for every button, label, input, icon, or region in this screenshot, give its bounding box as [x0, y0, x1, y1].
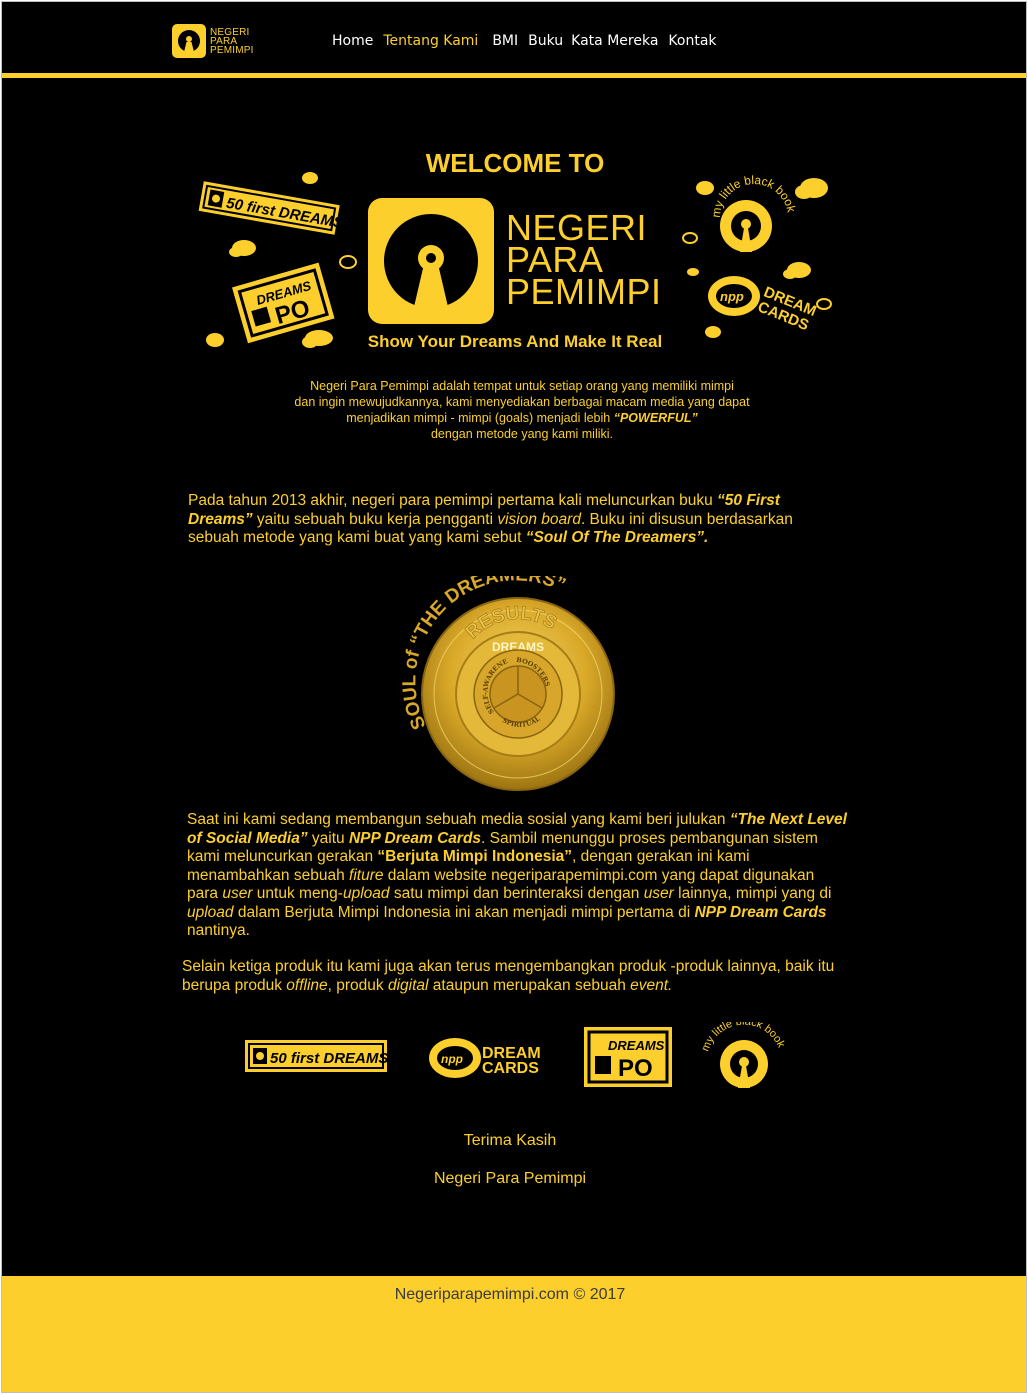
main-nav: Home Tentang Kami BMI Buku Kata Mereka K… — [332, 33, 727, 49]
emphasis: NPP Dream Cards — [348, 829, 482, 847]
method-name: “Soul Of The Dreamers”. — [525, 529, 709, 546]
little-black-book-badge: my little black book — [709, 174, 799, 252]
text-run: user — [643, 885, 674, 902]
badge-text: npp — [720, 289, 744, 304]
emphasis: “Berjuta Mimpi Indonesia” — [377, 848, 573, 865]
powerful-emphasis: “POWERFUL” — [613, 411, 698, 425]
nav-kata-mereka[interactable]: Kata Mereka — [571, 33, 658, 49]
product-little-black-book: my little black book — [699, 1022, 787, 1088]
soul-of-the-dreamers-diagram: SOUL of “THE DREAMERS” RESULTS DREAMS SE… — [398, 576, 615, 791]
site-logo[interactable]: NEGERI PARA PEMIMPI — [172, 24, 254, 58]
badge-text: 50 first DREAMS — [270, 1050, 388, 1067]
text-run: vision board — [497, 510, 581, 528]
text-run: nantinya. — [187, 922, 250, 939]
closing-thanks: Terima Kasih — [463, 1132, 557, 1149]
product-dream-cards: npp DREAM CARDS — [429, 1038, 541, 1078]
text-run: ataupun merupakan sebuah — [428, 976, 631, 994]
text-run: fiture — [349, 866, 384, 884]
product-logos-row: 50 first DREAMS npp DREAM CARDS DREAMS P… — [245, 1022, 787, 1088]
text-run: lainnya, mimpi yang di — [673, 885, 832, 902]
paragraph-products: Selain ketiga produk itu kami juga akan … — [182, 958, 852, 995]
page-frame: NEGERI PARA PEMIMPI Home Tentang Kami BM… — [1, 1, 1027, 1393]
intro-text: Negeri Para Pemimpi adalah tempat untuk … — [262, 378, 782, 442]
site-header: NEGERI PARA PEMIMPI Home Tentang Kami BM… — [2, 2, 1026, 74]
logo-wordmark: NEGERI PARA PEMIMPI — [210, 27, 254, 56]
nav-tentang-kami[interactable]: Tentang Kami — [383, 33, 478, 49]
text-run: Saat ini kami sedang membangun sebuah me… — [187, 811, 730, 828]
nav-bmi[interactable]: BMI — [492, 33, 518, 49]
text-run: yaitu — [307, 829, 349, 847]
text-run: offline — [286, 976, 328, 994]
text-run: event. — [630, 976, 673, 994]
intro-line: menjadikan mimpi - mimpi (goals) menjadi… — [262, 410, 782, 426]
paragraph-history: Pada tahun 2013 akhir, negeri para pemim… — [188, 492, 848, 548]
dream-cards-badge: npp DREAM CARDS — [708, 276, 819, 334]
text-run: upload — [187, 903, 234, 921]
site-footer: Negeriparapemimpi.com © 2017 — [2, 1276, 1026, 1392]
product-dreams-po: DREAMS PO — [584, 1027, 672, 1087]
intro-line-text: menjadikan mimpi - mimpi (goals) menjadi… — [346, 411, 611, 425]
fifty-first-dreams-badge: 50 first DREAMS — [198, 181, 342, 235]
closing-signature: Negeri Para Pemimpi — [433, 1170, 587, 1187]
emphasis: NPP Dream Cards — [694, 903, 827, 921]
logo-line: PEMIMPI — [210, 44, 254, 56]
header-divider — [2, 73, 1026, 78]
dreams-po-badge: DREAMS PO — [232, 262, 335, 344]
decorative-clouds — [206, 172, 832, 348]
nav-kontak[interactable]: Kontak — [668, 33, 716, 49]
text-run: yaitu sebuah buku kerja pengganti — [252, 510, 498, 528]
text-run: , produk — [327, 976, 388, 994]
badge-text: npp — [441, 1052, 463, 1066]
text-run: upload — [342, 885, 390, 902]
footer-copyright: Negeriparapemimpi.com © 2017 — [394, 1286, 626, 1303]
paragraph-social-media: Saat ini kami sedang membangun sebuah me… — [187, 811, 847, 941]
text-run: dalam Berjuta Mimpi Indonesia ini akan m… — [233, 903, 695, 921]
keyhole-logo-icon — [172, 24, 206, 58]
text-run: user — [222, 885, 253, 902]
badge-text: CARDS — [482, 1060, 539, 1077]
intro-line: dengan metode yang kami miliki. — [430, 427, 614, 441]
badge-text: DREAMS — [608, 1038, 665, 1053]
text-run: digital — [387, 976, 429, 994]
text-run: satu mimpi dan berinteraksi dengan — [389, 885, 644, 902]
nav-buku[interactable]: Buku — [528, 33, 563, 49]
intro-line: dan ingin mewujudkannya, kami menyediaka… — [294, 395, 750, 409]
text-run: Pada tahun 2013 akhir, negeri para pemim… — [188, 492, 718, 509]
text-run: untuk meng- — [252, 885, 343, 902]
intro-line: Negeri Para Pemimpi adalah tempat untuk … — [310, 379, 734, 393]
badge-text: PO — [618, 1055, 653, 1082]
product-fifty-first-dreams: 50 first DREAMS — [245, 1040, 388, 1072]
nav-home[interactable]: Home — [332, 33, 373, 49]
